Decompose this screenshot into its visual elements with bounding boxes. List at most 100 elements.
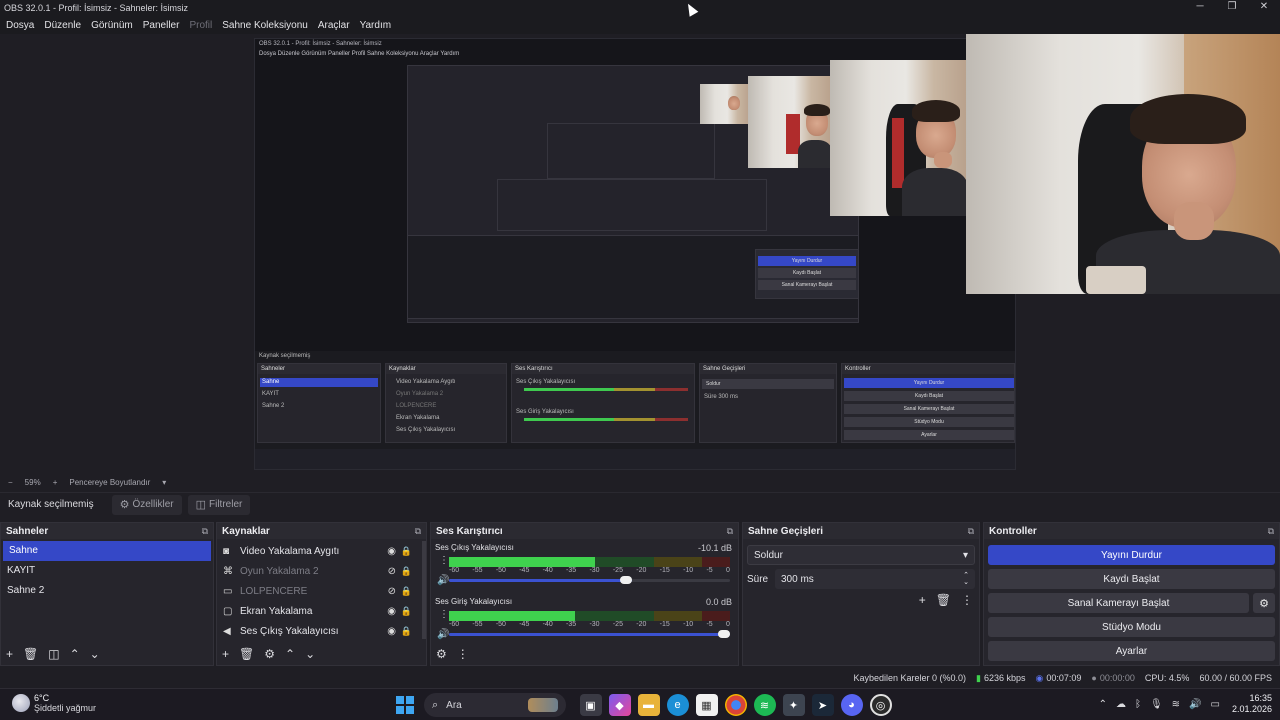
menu-edit[interactable]: Düzenle <box>44 20 81 31</box>
visibility-hidden-icon[interactable]: ⊘ <box>388 586 396 597</box>
spotify-icon[interactable]: ≋ <box>753 694 776 716</box>
menu-docks[interactable]: Paneller <box>143 20 180 31</box>
close-button[interactable]: ✕ <box>1248 0 1280 16</box>
chevron-down-icon[interactable]: ▾ <box>162 478 166 487</box>
scale-mode-dropdown[interactable]: Pencereye Boyutlandır <box>69 478 150 487</box>
obs-icon[interactable]: ◎ <box>869 694 892 716</box>
discord-icon[interactable]: ◕ <box>840 694 863 716</box>
lock-icon[interactable]: 🔒 <box>401 546 412 557</box>
channel-menu-icon[interactable]: ⋮ <box>439 555 449 566</box>
weather-icon <box>12 694 30 712</box>
undock-icon[interactable]: ⧉ <box>202 526 208 537</box>
studio-mode-button[interactable]: Stüdyo Modu <box>988 617 1275 637</box>
lock-icon[interactable]: 🔒 <box>401 626 412 637</box>
audio-mixer-dock: Ses Karıştırıcı ⧉ Ses Çıkış Yakalayıcısı… <box>430 522 739 666</box>
volume-slider[interactable] <box>449 630 730 638</box>
add-scene-icon[interactable]: + <box>6 647 13 661</box>
game-launcher-icon[interactable]: ✦ <box>782 694 805 716</box>
undock-icon[interactable]: ⧉ <box>727 526 733 537</box>
properties-button[interactable]: ⚙ Özellikler <box>111 494 182 515</box>
spinner-icon[interactable]: ⌃ ⌄ <box>963 572 969 586</box>
windows-start-icon[interactable] <box>396 696 414 714</box>
copilot-icon[interactable]: ◆ <box>608 694 631 716</box>
weather-widget[interactable]: 6°C Şiddetli yağmur <box>12 693 96 713</box>
edge-icon[interactable]: e <box>666 694 689 716</box>
menu-file[interactable]: Dosya <box>6 20 34 31</box>
menu-help[interactable]: Yardım <box>360 20 392 31</box>
wifi-icon[interactable]: ≋ <box>1172 699 1180 710</box>
undock-icon[interactable]: ⧉ <box>1268 526 1274 537</box>
menu-tools[interactable]: Araçlar <box>318 20 350 31</box>
volume-slider[interactable] <box>449 576 730 584</box>
battery-icon[interactable]: ▭ <box>1211 699 1220 710</box>
add-transition-icon[interactable]: + <box>919 593 926 607</box>
channel-menu-icon[interactable]: ⋮ <box>439 609 449 620</box>
remove-transition-icon[interactable]: 🗑 <box>936 593 951 607</box>
start-recording-button[interactable]: Kaydı Başlat <box>988 569 1275 589</box>
visibility-eye-icon[interactable]: ◉ <box>387 626 396 637</box>
store-icon[interactable]: ▦ <box>695 694 718 716</box>
transition-select[interactable]: Soldur ▾ <box>747 545 975 565</box>
taskbar-search[interactable]: ⌕ Ara <box>424 693 566 717</box>
scene-filters-icon[interactable]: ◫ <box>48 647 59 661</box>
chevron-up-icon[interactable]: ⌃ <box>1099 699 1107 710</box>
menu-view[interactable]: Görünüm <box>91 20 133 31</box>
source-item[interactable]: ◀ Ses Çıkış Yakalayıcısı ◉ 🔒 <box>217 621 426 641</box>
nested-frame-smaller <box>547 123 715 179</box>
move-down-icon[interactable]: ⌄ <box>305 647 315 661</box>
zoom-out-button[interactable]: − <box>8 478 13 487</box>
move-down-icon[interactable]: ⌄ <box>90 647 100 661</box>
menu-profile[interactable]: Profil <box>189 20 212 31</box>
source-item[interactable]: ▭ LOLPENCERE ⊘ 🔒 <box>217 581 426 601</box>
transition-menu-icon[interactable]: ⋮ <box>961 593 973 607</box>
source-item[interactable]: ▢ Ekran Yakalama ◉ 🔒 <box>217 601 426 621</box>
mixer-menu-icon[interactable]: ⋮ <box>457 647 469 661</box>
add-source-icon[interactable]: + <box>222 647 229 661</box>
minimize-button[interactable]: ─ <box>1184 0 1216 16</box>
move-up-icon[interactable]: ⌃ <box>70 647 80 661</box>
sources-scrollbar[interactable] <box>422 541 426 639</box>
gear-icon[interactable]: ⚙ <box>1253 593 1275 613</box>
volume-knob[interactable] <box>718 630 730 638</box>
filters-button[interactable]: ◫ Filtreler <box>187 494 251 515</box>
mixer-header: Ses Karıştırıcı ⧉ <box>431 523 738 539</box>
clock[interactable]: 16:35 2.01.2026 <box>1232 693 1272 715</box>
volume-icon[interactable]: 🔊 <box>1189 699 1201 710</box>
visibility-eye-icon[interactable]: ◉ <box>387 546 396 557</box>
speaker-icon[interactable]: 🔊 <box>437 629 449 640</box>
advanced-audio-icon[interactable]: ⚙ <box>436 647 447 661</box>
duration-input[interactable]: 300 ms ⌃ ⌄ <box>775 569 975 589</box>
source-settings-icon[interactable]: ⚙ <box>264 647 275 661</box>
window-title: OBS 32.0.1 - Profil: İsimsiz - Sahneler:… <box>4 3 189 13</box>
lock-icon[interactable]: 🔒 <box>401 606 412 617</box>
lock-icon[interactable]: 🔒 <box>401 566 412 577</box>
remove-source-icon[interactable]: 🗑 <box>239 647 254 661</box>
scene-item[interactable]: KAYIT <box>1 561 213 581</box>
undock-icon[interactable]: ⧉ <box>415 526 421 537</box>
menu-scene-collection[interactable]: Sahne Koleksiyonu <box>222 20 308 31</box>
undock-icon[interactable]: ⧉ <box>968 526 974 537</box>
scene-item[interactable]: Sahne 2 <box>1 581 213 601</box>
chrome-icon[interactable] <box>724 694 747 716</box>
bluetooth-icon[interactable]: ᛒ <box>1135 699 1141 710</box>
start-virtual-camera-button[interactable]: Sanal Kamerayı Başlat <box>988 593 1249 613</box>
task-view-icon[interactable]: ▣ <box>579 694 602 716</box>
maximize-button[interactable]: ❐ <box>1216 0 1248 16</box>
steam-icon[interactable]: ➤ <box>811 694 834 716</box>
cloud-icon[interactable]: ☁ <box>1116 699 1126 710</box>
settings-button[interactable]: Ayarlar <box>988 641 1275 661</box>
visibility-hidden-icon[interactable]: ⊘ <box>388 566 396 577</box>
speaker-icon[interactable]: 🔊 <box>437 575 449 586</box>
scene-item[interactable]: Sahne <box>3 541 211 561</box>
move-up-icon[interactable]: ⌃ <box>285 647 295 661</box>
lock-icon[interactable]: 🔒 <box>401 586 412 597</box>
volume-knob[interactable] <box>619 576 632 584</box>
source-item[interactable]: ⌘ Oyun Yakalama 2 ⊘ 🔒 <box>217 561 426 581</box>
stop-streaming-button[interactable]: Yayını Durdur <box>988 545 1275 565</box>
remove-scene-icon[interactable]: 🗑 <box>23 647 38 661</box>
source-item[interactable]: ◙ Video Yakalama Aygıtı ◉ 🔒 <box>217 541 426 561</box>
file-explorer-icon[interactable]: ▬ <box>637 694 660 716</box>
visibility-eye-icon[interactable]: ◉ <box>387 606 396 617</box>
zoom-in-button[interactable]: + <box>53 478 58 487</box>
mic-icon[interactable]: 🎙 <box>1150 699 1163 710</box>
